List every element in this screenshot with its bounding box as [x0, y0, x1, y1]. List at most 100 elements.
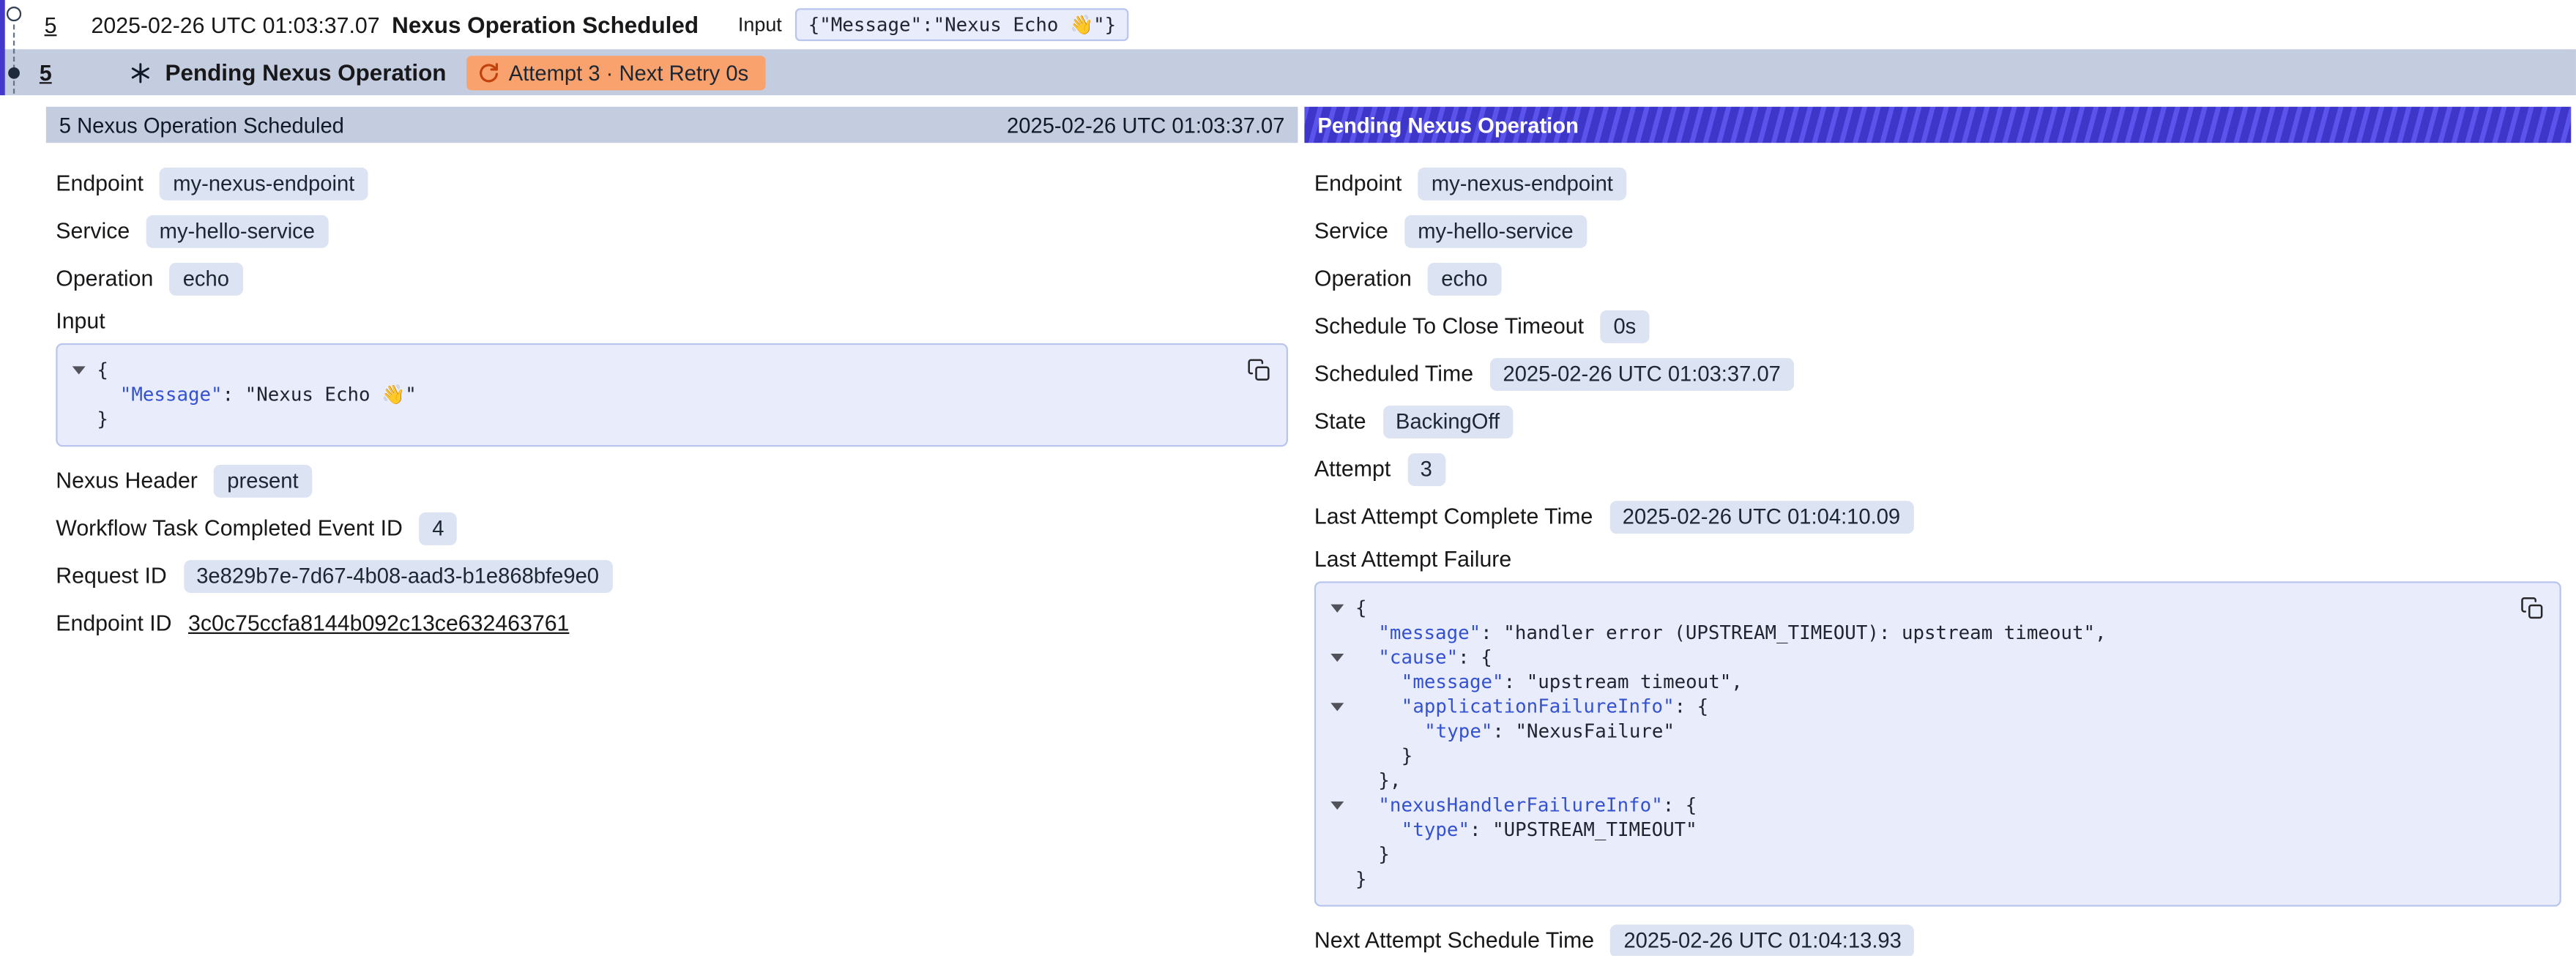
json-punct: : {	[1663, 793, 1697, 816]
field-label: Endpoint	[1314, 171, 1402, 195]
field-row: Endpoint ID 3c0c75ccfa8144b092c13ce63246…	[56, 606, 1288, 641]
copy-button[interactable]	[2517, 593, 2548, 624]
pending-operation-header: Pending Nexus Operation	[1304, 107, 2571, 143]
retry-badge-label: Attempt 3 · Next Retry 0s	[509, 60, 748, 85]
copy-button[interactable]	[1243, 355, 1275, 386]
field-row: Next Attempt Schedule Time 2025-02-26 UT…	[1314, 923, 2561, 956]
event-detail-header-timestamp: 2025-02-26 UTC 01:03:37.07	[1007, 113, 1284, 138]
collapse-chevron-icon[interactable]	[1330, 703, 1344, 711]
json-key: "message"	[1401, 670, 1504, 692]
code-line: "message": "handler error (UPSTREAM_TIME…	[1316, 621, 2504, 646]
field-label: Nexus Header	[56, 468, 198, 493]
event-timeline-gutter	[0, 0, 36, 95]
failure-section-label: Last Attempt Failure	[1314, 547, 2561, 572]
field-value-chip: 4	[419, 512, 457, 545]
input-inline-label: Input	[738, 13, 782, 36]
collapse-chevron-icon[interactable]	[1330, 802, 1344, 810]
event-detail-panel: 5 Nexus Operation Scheduled 2025-02-26 U…	[46, 107, 1298, 671]
timeline-accent-bar	[0, 0, 5, 95]
json-key: "message"	[1378, 621, 1481, 643]
event-detail-body: Endpoint my-nexus-endpoint Service my-he…	[46, 143, 1298, 670]
timeline-node-circle-icon	[7, 7, 21, 21]
code-line: {	[1316, 596, 2504, 621]
field-row: Operation echo	[1314, 261, 2561, 296]
field-label: Endpoint	[56, 171, 144, 195]
field-row: State BackingOff	[1314, 404, 2561, 438]
field-value-chip: 0s	[1601, 310, 1650, 343]
collapse-chevron-icon[interactable]	[72, 366, 86, 374]
pending-operation-title: Pending Nexus Operation	[165, 59, 447, 86]
field-value-chip: echo	[1428, 262, 1500, 295]
code-line: "message": "upstream timeout",	[1316, 670, 2504, 695]
field-label: Endpoint ID	[56, 611, 171, 636]
json-punct: {	[1355, 596, 1367, 619]
field-row: Scheduled Time 2025-02-26 UTC 01:03:37.0…	[1314, 356, 2561, 391]
json-key: "nexusHandlerFailureInfo"	[1378, 793, 1662, 816]
event-detail-header: 5 Nexus Operation Scheduled 2025-02-26 U…	[46, 107, 1298, 143]
field-label: Service	[56, 218, 130, 243]
field-row: Schedule To Close Timeout 0s	[1314, 309, 2561, 343]
code-line: },	[1316, 769, 2504, 793]
input-preview-chip: {"Message":"Nexus Echo 👋"}	[795, 8, 1129, 41]
json-value: "Nexus Echo 👋"	[245, 383, 417, 406]
code-line: }	[1316, 843, 2504, 867]
event-title: Nexus Operation Scheduled	[392, 12, 699, 38]
json-punct: : {	[1675, 695, 1709, 717]
event-id-link[interactable]: 5	[45, 12, 57, 37]
field-label: Attempt	[1314, 457, 1391, 482]
failure-json-viewer: {"message": "handler error (UPSTREAM_TIM…	[1314, 581, 2561, 906]
retry-status-badge: Attempt 3 · Next Retry 0s	[466, 55, 764, 89]
field-value-chip: 2025-02-26 UTC 01:03:37.07	[1490, 357, 1794, 390]
pending-operation-body: Endpoint my-nexus-endpoint Service my-he…	[1304, 143, 2571, 956]
code-line: "nexusHandlerFailureInfo": {	[1316, 793, 2504, 818]
input-json-viewer: {"Message": "Nexus Echo 👋"}	[56, 343, 1288, 447]
event-history-row[interactable]: 5 2025-02-26 UTC 01:03:37.07 Nexus Opera…	[0, 0, 2576, 49]
json-key: "cause"	[1378, 646, 1458, 668]
field-label: Last Attempt Complete Time	[1314, 504, 1593, 529]
field-row: Attempt 3	[1314, 452, 2561, 486]
field-row: Nexus Header present	[56, 463, 1288, 498]
code-line: }	[58, 407, 1231, 432]
json-punct: }	[1378, 843, 1390, 865]
field-row: Service my-hello-service	[1314, 214, 2561, 248]
json-punct: ,	[1731, 670, 1743, 692]
field-value-chip: 3e829b7e-7d67-4b08-aad3-b1e868bfe9e0	[183, 559, 612, 592]
field-value-chip: present	[214, 464, 311, 497]
endpoint-id-link[interactable]: 3c0c75ccfa8144b092c13ce632463761	[188, 611, 569, 636]
field-value-chip: BackingOff	[1382, 405, 1513, 438]
json-punct: ,	[2095, 621, 2107, 643]
json-punct: :	[1470, 818, 1492, 840]
collapse-chevron-icon[interactable]	[1330, 654, 1344, 662]
field-label: Operation	[1314, 266, 1412, 291]
json-punct: },	[1378, 769, 1401, 791]
field-value-chip: 3	[1407, 452, 1445, 485]
pending-operation-header-title: Pending Nexus Operation	[1317, 113, 1579, 138]
field-value-chip: 2025-02-26 UTC 01:04:13.93	[1610, 924, 1914, 956]
workflow-history-view: 5 2025-02-26 UTC 01:03:37.07 Nexus Opera…	[0, 0, 2576, 956]
json-value: "NexusFailure"	[1516, 720, 1675, 742]
field-value-chip: my-hello-service	[146, 214, 328, 247]
field-row: Endpoint my-nexus-endpoint	[1314, 166, 2561, 201]
field-row: Endpoint my-nexus-endpoint	[56, 166, 1288, 201]
collapse-chevron-icon[interactable]	[1330, 605, 1344, 613]
pending-event-id-link[interactable]: 5	[40, 60, 52, 85]
retry-icon	[477, 61, 499, 83]
pending-operation-row[interactable]: 5 Pending Nexus Operation Attempt 3 · Ne…	[0, 49, 2576, 95]
event-detail-header-title: 5 Nexus Operation Scheduled	[59, 113, 344, 138]
code-line: }	[1316, 744, 2504, 769]
field-row: Workflow Task Completed Event ID 4	[56, 511, 1288, 545]
field-row: Request ID 3e829b7e-7d67-4b08-aad3-b1e86…	[56, 559, 1288, 593]
json-value: "handler error (UPSTREAM_TIMEOUT): upstr…	[1503, 621, 2095, 643]
json-punct: :	[1504, 670, 1527, 692]
event-timestamp: 2025-02-26 UTC 01:03:37.07	[92, 12, 392, 37]
json-punct: :	[223, 383, 245, 406]
field-label: Next Attempt Schedule Time	[1314, 928, 1594, 953]
field-value-chip: 2025-02-26 UTC 01:04:10.09	[1609, 500, 1913, 533]
timeline-dashed-line	[13, 25, 15, 94]
field-label: Scheduled Time	[1314, 362, 1473, 386]
event-detail-area: 5 Nexus Operation Scheduled 2025-02-26 U…	[0, 95, 2576, 956]
input-section-label: Input	[56, 309, 1288, 334]
json-key: "Message"	[120, 383, 223, 406]
field-value-chip: my-hello-service	[1404, 214, 1586, 247]
code-line: }	[1316, 867, 2504, 892]
